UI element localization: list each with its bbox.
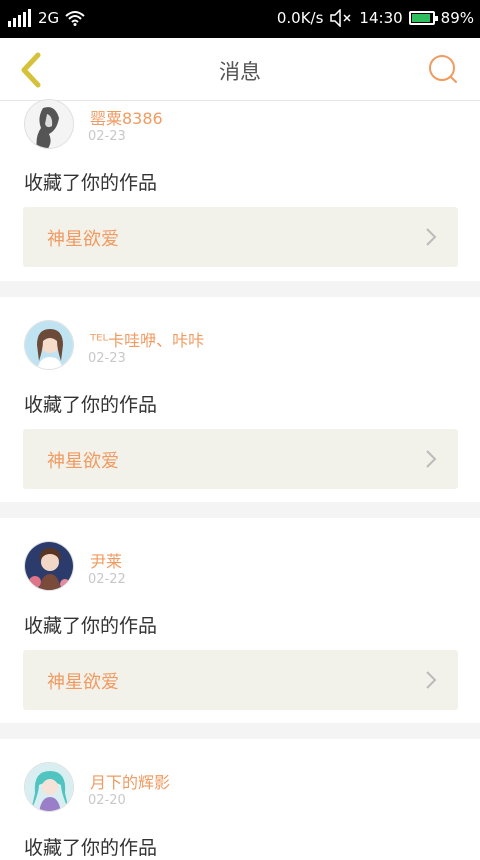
list-item: 罂粟8386 02-23 收藏了你的作品 神星欲爱 [0,99,480,281]
message-date: 02-23 [88,129,126,144]
work-link[interactable]: 神星欲爱 [23,429,458,489]
battery-percent: 89% [440,9,474,27]
work-link[interactable]: 神星欲爱 [23,207,458,267]
carrier-label: 2G [38,9,60,27]
action-text: 收藏了你的作品 [24,615,158,637]
avatar[interactable] [24,320,74,370]
avatar[interactable] [24,762,74,812]
wifi-icon [65,11,85,26]
action-text: 收藏了你的作品 [24,172,158,194]
user-name[interactable]: 罂粟8386 [90,105,163,129]
avatar[interactable] [24,99,74,149]
chevron-right-icon [426,228,437,246]
top-bar: 消息 [0,38,480,101]
chevron-right-icon [426,450,437,468]
divider [0,281,480,297]
avatar[interactable] [24,541,74,591]
work-title: 神星欲爱 [47,451,119,472]
list-item: ᵀᴱᴸ卡哇咿、咔咔 02-23 收藏了你的作品 神星欲爱 [0,297,480,502]
message-date: 02-20 [88,793,126,808]
action-text: 收藏了你的作品 [24,394,158,416]
user-name[interactable]: 尹莱 [90,548,122,572]
mute-icon [330,9,351,27]
search-icon[interactable] [426,52,460,86]
message-date: 02-22 [88,572,126,587]
divider [0,723,480,739]
work-link[interactable]: 神星欲爱 [23,650,458,710]
network-speed: 0.0K/s [276,9,324,27]
chevron-right-icon [426,671,437,689]
battery-icon [408,11,438,25]
divider [0,502,480,518]
status-bar: 2G 0.0K/s 14:30 89% [0,0,480,38]
clock: 14:30 [359,9,403,27]
signal-icon [8,9,31,27]
user-name[interactable]: ᵀᴱᴸ卡哇咿、咔咔 [90,327,204,351]
message-date: 02-23 [88,351,126,366]
work-title: 神星欲爱 [47,672,119,693]
list-item: 尹莱 02-22 收藏了你的作品 神星欲爱 [0,518,480,723]
list-item: 月下的辉影 02-20 收藏了你的作品 [0,739,480,859]
work-title: 神星欲爱 [47,229,119,250]
action-text: 收藏了你的作品 [24,837,158,859]
page-title: 消息 [219,60,261,84]
user-name[interactable]: 月下的辉影 [90,769,170,793]
